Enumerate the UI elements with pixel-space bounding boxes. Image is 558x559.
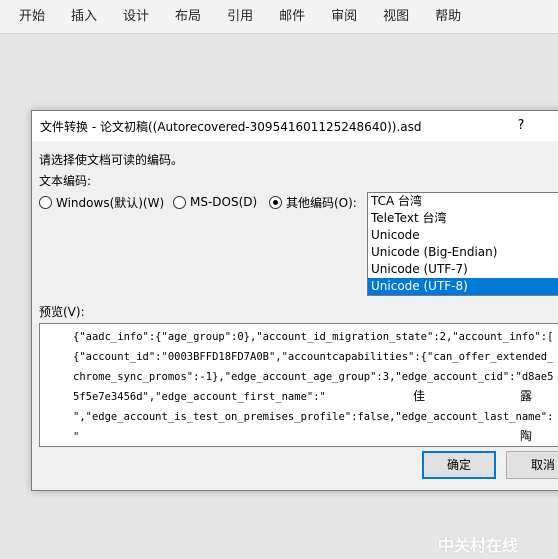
ok-button[interactable]: 确定 [422,451,496,479]
encoding-item-utf8[interactable]: Unicode (UTF-8) [368,278,558,295]
radio-circle-icon[interactable] [173,195,186,209]
file-conversion-dialog: 文件转换 - 论文初稿((Autorecovered-3095416011252… [31,110,558,491]
preview-line: " 陶 [73,427,558,446]
radio-msdos-label: MS-DOS(D) [190,195,258,209]
menu-insert[interactable]: 插入 [58,0,110,34]
instruction-text: 请选择使文档可读的编码。 [39,153,184,167]
preview-textbox[interactable]: {"aadc_info":{"age_group":0},"account_id… [39,323,558,447]
radio-other-label: 其他编码(O): [286,195,357,210]
radio-windows-label: Windows(默认)(W) [56,195,165,210]
preview-line: 5f5e7e3456d","edge_account_first_name":"… [73,387,558,407]
radio-msdos[interactable]: MS-DOS(D) [173,194,257,210]
menu-review[interactable]: 审阅 [318,0,370,34]
encoding-item-utf7[interactable]: Unicode (UTF-7) [368,261,558,278]
ribbon-menubar: 开始 插入 设计 布局 引用 邮件 审阅 视图 帮助 [0,0,558,34]
radio-other-encoding[interactable]: 其他编码(O): [269,194,357,210]
radio-windows-default[interactable]: Windows(默认)(W) [39,194,164,210]
radio-circle-icon[interactable] [39,195,52,209]
encoding-item-unicode-be[interactable]: Unicode (Big-Endian) [368,244,558,261]
text-encoding-label: 文本编码: [39,174,92,188]
menu-mailings[interactable]: 邮件 [266,0,318,34]
preview-name-char: 露 [520,389,533,403]
preview-line: chrome_sync_promos":-1},"edge_account_ag… [73,371,554,383]
encoding-item-tca[interactable]: TCA 台湾 [368,193,558,210]
preview-name-char: 佳 [413,389,426,403]
preview-name-char: 陶 [520,429,533,443]
menu-help[interactable]: 帮助 [422,0,474,34]
preview-line: ","edge_account_is_test_on_premises_prof… [73,411,554,423]
radio-checked-icon[interactable] [269,195,282,209]
menu-references[interactable]: 引用 [214,0,266,34]
preview-line: {"aadc_info":{"age_group":0},"account_id… [73,331,554,343]
encoding-item-teletext[interactable]: TeleText 台湾 [368,210,558,227]
menu-home[interactable]: 开始 [0,0,58,34]
encoding-item-unicode[interactable]: Unicode [368,227,558,244]
preview-label: 预览(V): [39,305,85,319]
menu-layout[interactable]: 布局 [162,0,214,34]
menu-view[interactable]: 视图 [370,0,422,34]
dialog-titlebar[interactable]: 文件转换 - 论文初稿((Autorecovered-3095416011252… [32,111,558,141]
encoding-listbox[interactable]: TCA 台湾 TeleText 台湾 Unicode Unicode (Big-… [367,192,558,296]
preview-line: {"account_id":"0003BFFD18FD7A0B","accoun… [73,351,554,363]
cancel-button[interactable]: 取消 [506,451,558,479]
help-button[interactable]: ? [512,115,530,137]
dialog-title: 文件转换 - 论文初稿((Autorecovered-3095416011252… [40,120,422,134]
preview-line-text: " [73,431,80,443]
menu-design[interactable]: 设计 [110,0,162,34]
watermark-logo: 中关村在线 [438,536,519,555]
preview-line-text: 5f5e7e3456d","edge_account_first_name":" [73,391,326,403]
